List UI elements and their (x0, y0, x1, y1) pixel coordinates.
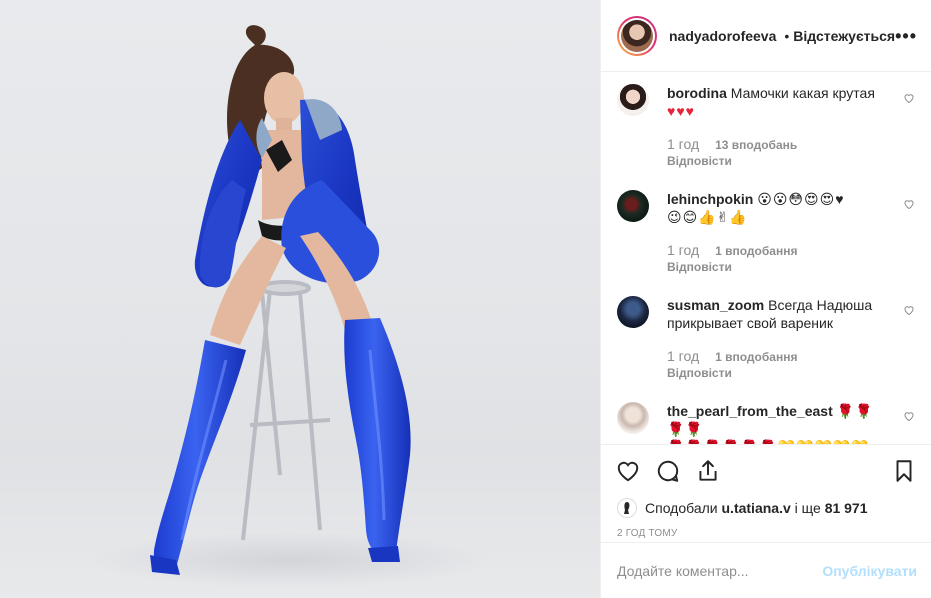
comment-time[interactable]: 1 год (667, 348, 699, 364)
comment-emoji: ♥♥♥ (667, 103, 695, 119)
comment-likes-count[interactable]: 1 вподобання (715, 244, 797, 258)
more-options-icon[interactable]: ••• (895, 27, 917, 45)
comment-emoji: 😮😮😳😍😍♥ (757, 191, 845, 207)
post-photo[interactable] (0, 0, 600, 598)
comment-like-heart-icon[interactable] (903, 198, 915, 210)
comment-like-heart-icon[interactable] (903, 304, 915, 316)
reply-button[interactable]: Відповісти (667, 154, 887, 168)
comment-item: the_pearl_from_the_east 🌹🌹🌹🌹 🌹🌹🌹🌹🌹🌹💛💛💛💛💛 (617, 402, 915, 444)
reply-button[interactable]: Відповісти (667, 366, 887, 380)
author-avatar[interactable] (617, 15, 657, 56)
commenter-avatar[interactable] (617, 296, 649, 328)
comment-username[interactable]: the_pearl_from_the_east (667, 403, 833, 419)
comment-item: lehinchpokin 😮😮😳😍😍♥ 😉😊👍✌👍 1 год 1 вподоб… (617, 190, 915, 296)
commenter-avatar[interactable] (617, 190, 649, 222)
comment-text: Мамочки какая крутая (730, 85, 875, 101)
comment-time[interactable]: 1 год (667, 242, 699, 258)
share-icon[interactable] (695, 458, 721, 484)
liker-avatar[interactable] (617, 498, 637, 518)
post-sidebar: nadyadorofeeva • Відстежується ••• borod… (600, 0, 931, 598)
post-action-bar (601, 444, 931, 496)
likes-summary: Сподобали u.tatiana.v і ще 81 971 (601, 496, 931, 520)
likes-count-button[interactable]: 81 971 (825, 500, 868, 516)
comment-likes-count[interactable]: 13 вподобань (715, 138, 797, 152)
comment-likes-count[interactable]: 1 вподобання (715, 350, 797, 364)
author-username[interactable]: nadyadorofeeva (669, 28, 776, 44)
likes-middle: і ще (794, 500, 821, 516)
commenter-avatar[interactable] (617, 84, 649, 116)
comment-time[interactable]: 1 год (667, 136, 699, 152)
bookmark-icon[interactable] (891, 458, 917, 484)
comment-like-heart-icon[interactable] (903, 410, 915, 422)
comment-item: susman_zoom Всегда Надюша прикрывает сво… (617, 296, 915, 402)
reply-button[interactable]: Відповісти (667, 260, 887, 274)
liker-username[interactable]: u.tatiana.v (722, 500, 791, 516)
photo-illustration (90, 25, 490, 588)
comment-emoji-line2: 😉😊👍✌👍 (667, 209, 748, 225)
comment-emoji-line2: 🌹🌹🌹🌹🌹🌹💛💛💛💛💛 (667, 439, 870, 444)
stool (241, 280, 331, 541)
comment-input[interactable] (617, 562, 823, 579)
comment-username[interactable]: susman_zoom (667, 297, 764, 313)
add-comment-bar: Опублікувати (601, 542, 931, 598)
post-header: nadyadorofeeva • Відстежується ••• (601, 0, 931, 72)
commenter-avatar[interactable] (617, 402, 649, 434)
post-comment-button[interactable]: Опублікувати (822, 563, 917, 579)
comments-list[interactable]: borodina Мамочки какая крутая ♥♥♥ 1 год … (601, 72, 931, 444)
separator-dot: • (784, 27, 790, 44)
follow-status-button[interactable]: Відстежується (793, 28, 895, 44)
speech-bubble-icon[interactable] (655, 458, 681, 484)
comment-username[interactable]: borodina (667, 85, 727, 101)
comment-username[interactable]: lehinchpokin (667, 191, 753, 207)
instagram-post: nadyadorofeeva • Відстежується ••• borod… (0, 0, 931, 598)
post-timestamp[interactable]: 2 год тому (601, 520, 931, 544)
likes-prefix: Сподобали (645, 500, 718, 516)
heart-outline-icon[interactable] (615, 458, 641, 484)
comment-item: borodina Мамочки какая крутая ♥♥♥ 1 год … (617, 84, 915, 190)
comment-like-heart-icon[interactable] (903, 92, 915, 104)
